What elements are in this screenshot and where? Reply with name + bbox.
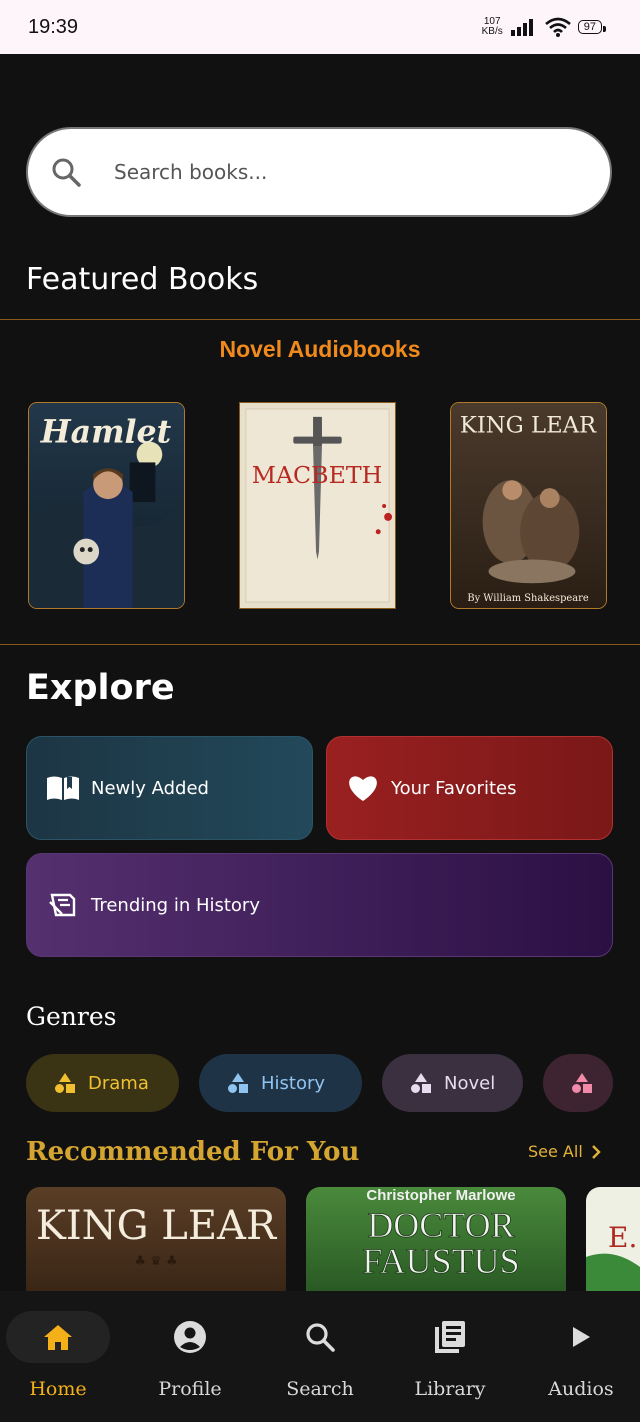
nav-profile-pill — [138, 1311, 242, 1363]
nav-library[interactable]: Library — [386, 1291, 514, 1422]
shapes-icon — [227, 1072, 249, 1094]
search-icon — [306, 1323, 335, 1352]
macbeth-cover-title: MACBETH — [252, 461, 383, 489]
crown-ornament-icon: ♣ ♛ ♣ — [134, 1254, 177, 1269]
book-cover-king-lear[interactable]: KING LEAR By William Shakespeare — [450, 402, 607, 609]
status-icons: 107 KB/s 97 — [481, 16, 607, 37]
search-bar[interactable] — [26, 127, 612, 217]
rec-faustus-author: Christopher Marlowe — [366, 1187, 515, 1204]
nav-audios[interactable]: Audios — [517, 1291, 640, 1422]
status-bar: 19:39 107 KB/s 97 — [0, 0, 640, 54]
nav-label: Library — [414, 1378, 486, 1400]
wifi-icon — [544, 17, 571, 37]
recommended-book-king-lear[interactable]: KING LEAR ♣ ♛ ♣ — [26, 1187, 286, 1291]
shapes-icon — [54, 1072, 76, 1094]
profile-icon — [174, 1321, 206, 1353]
featured-books-title: Featured Books — [26, 262, 259, 297]
featured-divider-top — [0, 319, 640, 320]
nav-label: Home — [29, 1378, 87, 1400]
nav-search[interactable]: Search — [256, 1291, 384, 1422]
nav-profile[interactable]: Profile — [126, 1291, 254, 1422]
genre-chip-label: Drama — [88, 1072, 149, 1094]
rec-faustus-title-line1: DOCTOR — [367, 1205, 514, 1245]
heart-icon — [345, 773, 381, 803]
book-cover-macbeth[interactable]: MACBETH — [239, 402, 396, 609]
novel-audiobooks-title: Novel Audiobooks — [219, 336, 421, 362]
rec-king-lear-title: KING LEAR — [36, 1203, 278, 1249]
book-cover-hamlet[interactable]: Hamlet — [28, 402, 185, 609]
explore-tile-favorites[interactable]: Your Favorites — [326, 736, 613, 840]
nav-label: Profile — [158, 1378, 222, 1400]
genre-chip-history[interactable]: History — [199, 1054, 362, 1112]
rec-faustus-title-line2: FAUSTUS — [362, 1241, 519, 1281]
search-input[interactable] — [112, 159, 556, 185]
play-icon — [573, 1327, 590, 1347]
nav-home-indicator — [6, 1311, 110, 1363]
genre-chip-novel[interactable]: Novel — [382, 1054, 523, 1112]
king-lear-cover-title: KING LEAR — [460, 413, 597, 439]
genres-title: Genres — [26, 1002, 117, 1031]
home-icon — [44, 1325, 72, 1350]
library-icon — [435, 1321, 465, 1353]
nav-home[interactable]: Home — [0, 1291, 122, 1422]
chevron-right-icon — [591, 1144, 601, 1159]
rec-partial-title: E. — [608, 1221, 637, 1254]
network-speed: 107 KB/s — [481, 16, 503, 37]
recommended-book-doctor-faustus[interactable]: Christopher Marlowe DOCTOR FAUSTUS — [306, 1187, 566, 1291]
see-all-link[interactable]: See All — [528, 1142, 601, 1161]
explore-tile-newly-added[interactable]: Newly Added — [26, 736, 313, 840]
featured-divider-bottom — [0, 644, 640, 645]
genre-chip-drama[interactable]: Drama — [26, 1054, 179, 1112]
explore-title: Explore — [26, 668, 175, 708]
explore-tile-trending-history[interactable]: Trending in History — [26, 853, 613, 957]
nav-label: Audios — [548, 1378, 614, 1400]
recommended-book-partial[interactable]: E. — [586, 1187, 640, 1291]
explore-tile-label: Trending in History — [91, 894, 260, 916]
recommended-title: Recommended For You — [26, 1137, 360, 1167]
genre-chip-label: History — [261, 1072, 326, 1094]
nav-label: Search — [286, 1378, 354, 1400]
search-icon — [52, 158, 81, 187]
shapes-icon — [410, 1072, 432, 1094]
genre-chip-partial[interactable] — [543, 1054, 613, 1112]
bottom-navigation: Home Profile Search Library Audios — [0, 1291, 640, 1422]
open-book-icon — [45, 773, 81, 803]
signal-icon — [510, 19, 533, 36]
explore-tile-label: Newly Added — [91, 777, 209, 799]
nav-library-pill — [398, 1311, 502, 1363]
king-lear-cover-byline: By William Shakespeare — [467, 593, 588, 604]
nav-search-pill — [268, 1311, 372, 1363]
genre-chip-label: Novel — [444, 1072, 496, 1094]
hamlet-cover-title: Hamlet — [40, 414, 172, 451]
see-all-label: See All — [528, 1142, 583, 1161]
history-icon — [45, 890, 81, 920]
explore-tile-label: Your Favorites — [391, 777, 517, 799]
nav-audios-pill — [529, 1311, 633, 1363]
shapes-icon — [571, 1072, 593, 1094]
battery-indicator: 97 — [577, 20, 607, 34]
status-time: 19:39 — [28, 15, 79, 38]
